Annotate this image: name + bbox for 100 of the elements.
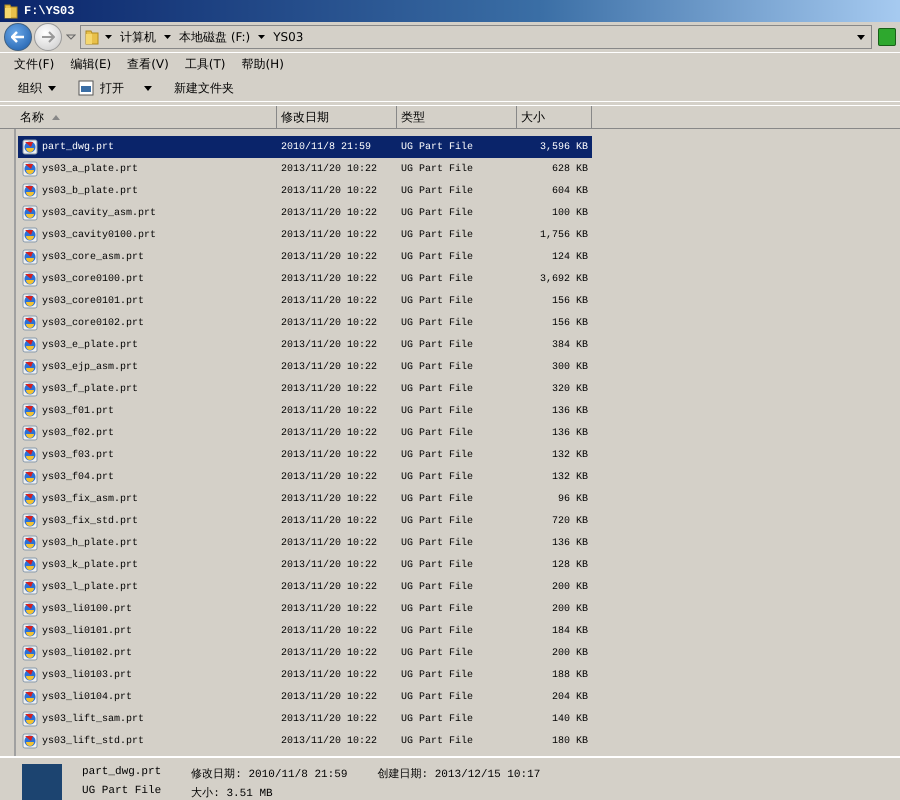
- file-row[interactable]: ys03_f01.prt 2013/11/20 10:22 UG Part File 136 KB: [18, 400, 592, 422]
- file-row[interactable]: ys03_fix_asm.prt 2013/11/20 10:22 UG Part File 96 KB: [18, 488, 592, 510]
- table-cell-text: UG Part File: [400, 450, 474, 460]
- file-row[interactable]: ys03_li0101.prt 2013/11/20 10:22 UG Part File 184 KB: [18, 620, 592, 642]
- table-cell-text: 2013/11/20 10:22: [280, 604, 378, 614]
- file-row[interactable]: ys03_core0102.prt 2013/11/20 10:22 UG Part File 156 KB: [18, 312, 592, 334]
- breadcrumb[interactable]: 计算机: [118, 28, 158, 46]
- address-bar[interactable]: 计算机 本地磁盘 (F:) YS03: [80, 25, 872, 49]
- file-name: ys03_cavity_asm.prt: [42, 208, 156, 218]
- file-row[interactable]: ys03_lift_sam.prt 2013/11/20 10:22 UG Part File 140 KB: [18, 708, 592, 730]
- table-cell-text: UG Part File: [400, 670, 474, 680]
- table-cell-text: 2013/11/20 10:22: [280, 384, 378, 394]
- table-cell-text: UG Part File: [400, 208, 474, 218]
- file-row[interactable]: ys03_core0100.prt 2013/11/20 10:22 UG Part File 3,692 KB: [18, 268, 592, 290]
- column-header[interactable]: 名称: [0, 106, 277, 128]
- table-cell-text: 156 KB: [550, 318, 589, 328]
- menu-item[interactable]: 帮助(H): [234, 56, 292, 72]
- file-name: ys03_core0101.prt: [42, 296, 144, 306]
- file-row[interactable]: ys03_cavity_asm.prt 2013/11/20 10:22 UG Part File 100 KB: [18, 202, 592, 224]
- file-row[interactable]: ys03_h_plate.prt 2013/11/20 10:22 UG Part File 136 KB: [18, 532, 592, 554]
- table-cell-text: UG Part File: [400, 626, 474, 636]
- table-cell-text: 720 KB: [550, 516, 589, 526]
- table-cell-text: UG Part File: [400, 274, 474, 284]
- file-row[interactable]: ys03_b_plate.prt 2013/11/20 10:22 UG Part File 604 KB: [18, 180, 592, 202]
- breadcrumb[interactable]: 本地磁盘 (F:): [177, 28, 252, 46]
- file-icon: [22, 623, 38, 639]
- column-header[interactable]: 大小: [517, 106, 592, 128]
- caret-icon: [144, 86, 152, 90]
- file-row[interactable]: ys03_f04.prt 2013/11/20 10:22 UG Part File 132 KB: [18, 466, 592, 488]
- file-row[interactable]: ys03_ejp_asm.prt 2013/11/20 10:22 UG Part File 300 KB: [18, 356, 592, 378]
- toolbar-button[interactable]: 组织: [14, 78, 60, 98]
- forward-button[interactable]: [34, 23, 62, 51]
- table-cell-text: 2013/11/20 10:22: [280, 252, 378, 262]
- caret-icon[interactable]: [105, 35, 112, 39]
- table-cell-text: UG Part File: [400, 714, 474, 724]
- file-icon: [22, 469, 38, 485]
- dropdown-caret-icon[interactable]: [857, 34, 865, 40]
- menu-item[interactable]: 查看(V): [119, 56, 177, 72]
- refresh-button[interactable]: [878, 28, 896, 46]
- file-row[interactable]: ys03_li0102.prt 2013/11/20 10:22 UG Part File 200 KB: [18, 642, 592, 664]
- table-cell-text: 2010/11/8 21:59: [280, 142, 372, 152]
- file-row[interactable]: ys03_l_plate.prt 2013/11/20 10:22 UG Part File 200 KB: [18, 576, 592, 598]
- file-name: ys03_a_plate.prt: [42, 164, 138, 174]
- caret-icon[interactable]: [164, 35, 171, 39]
- file-row[interactable]: part_dwg.prt 2010/11/8 21:59 UG Part File 3,596 KB: [18, 136, 592, 158]
- menu-item[interactable]: 工具(T): [176, 56, 234, 72]
- file-icon: [22, 293, 38, 309]
- menu-item[interactable]: 文件(F): [6, 56, 62, 72]
- file-row[interactable]: ys03_core0101.prt 2013/11/20 10:22 UG Part File 156 KB: [18, 290, 592, 312]
- table-cell-text: UG Part File: [400, 230, 474, 240]
- file-row[interactable]: ys03_f02.prt 2013/11/20 10:22 UG Part File 136 KB: [18, 422, 592, 444]
- table-cell-text: 128 KB: [550, 560, 589, 570]
- file-icon: [22, 183, 38, 199]
- table-cell-text: UG Part File: [400, 736, 474, 746]
- table-cell-text: 2013/11/20 10:22: [280, 208, 378, 218]
- file-row[interactable]: ys03_li0100.prt 2013/11/20 10:22 UG Part File 200 KB: [18, 598, 592, 620]
- table-cell-text: 2013/11/20 10:22: [280, 736, 378, 746]
- file-row[interactable]: ys03_a_plate.prt 2013/11/20 10:22 UG Part File 628 KB: [18, 158, 592, 180]
- file-icon: [22, 557, 38, 573]
- breadcrumb[interactable]: YS03: [271, 30, 306, 44]
- file-row[interactable]: ys03_k_plate.prt 2013/11/20 10:22 UG Part File 128 KB: [18, 554, 592, 576]
- file-row[interactable]: ys03_li0103.prt 2013/11/20 10:22 UG Part File 188 KB: [18, 664, 592, 686]
- table-cell-text: 2013/11/20 10:22: [280, 692, 378, 702]
- file-row[interactable]: ys03_f03.prt 2013/11/20 10:22 UG Part File 132 KB: [18, 444, 592, 466]
- table-cell-text: 2013/11/20 10:22: [280, 626, 378, 636]
- file-row[interactable]: ys03_cavity0100.prt 2013/11/20 10:22 UG Part File 1,756 KB: [18, 224, 592, 246]
- toolbar-button[interactable]: 新建文件夹: [170, 78, 238, 98]
- file-icon: [22, 447, 38, 463]
- table-cell-text: 184 KB: [550, 626, 589, 636]
- file-row[interactable]: ys03_f_plate.prt 2013/11/20 10:22 UG Part File 320 KB: [18, 378, 592, 400]
- details-field: 创建日期: 2013/12/15 10:17: [377, 766, 540, 781]
- column-header[interactable]: 类型: [397, 106, 517, 128]
- back-button[interactable]: [4, 23, 32, 51]
- file-name: ys03_f03.prt: [42, 450, 114, 460]
- history-caret-icon[interactable]: [64, 34, 78, 40]
- file-row[interactable]: ys03_e_plate.prt 2013/11/20 10:22 UG Part File 384 KB: [18, 334, 592, 356]
- table-cell-text: 2013/11/20 10:22: [280, 538, 378, 548]
- file-icon: [22, 337, 38, 353]
- table-cell-text: 2013/11/20 10:22: [280, 230, 378, 240]
- column-header[interactable]: 修改日期: [277, 106, 397, 128]
- table-cell-text: UG Part File: [400, 384, 474, 394]
- file-name: ys03_cavity0100.prt: [42, 230, 156, 240]
- file-icon: [22, 513, 38, 529]
- menu-item[interactable]: 编辑(E): [62, 56, 120, 72]
- table-cell-text: UG Part File: [400, 406, 474, 416]
- file-row[interactable]: ys03_fix_std.prt 2013/11/20 10:22 UG Part File 720 KB: [18, 510, 592, 532]
- table-cell-text: 320 KB: [550, 384, 589, 394]
- file-icon: [22, 315, 38, 331]
- caret-icon[interactable]: [258, 35, 266, 39]
- file-name: ys03_li0100.prt: [42, 604, 132, 614]
- toolbar-button[interactable]: 打开: [74, 78, 156, 98]
- table-cell-text: 2013/11/20 10:22: [280, 274, 378, 284]
- table-cell-text: UG Part File: [400, 164, 474, 174]
- file-icon: [22, 381, 38, 397]
- table-cell-text: 628 KB: [550, 164, 589, 174]
- file-row[interactable]: ys03_li0104.prt 2013/11/20 10:22 UG Part File 204 KB: [18, 686, 592, 708]
- file-name: ys03_f04.prt: [42, 472, 114, 482]
- file-icon: [22, 733, 38, 749]
- file-row[interactable]: ys03_core_asm.prt 2013/11/20 10:22 UG Part File 124 KB: [18, 246, 592, 268]
- file-row[interactable]: ys03_lift_std.prt 2013/11/20 10:22 UG Part File 180 KB: [18, 730, 592, 752]
